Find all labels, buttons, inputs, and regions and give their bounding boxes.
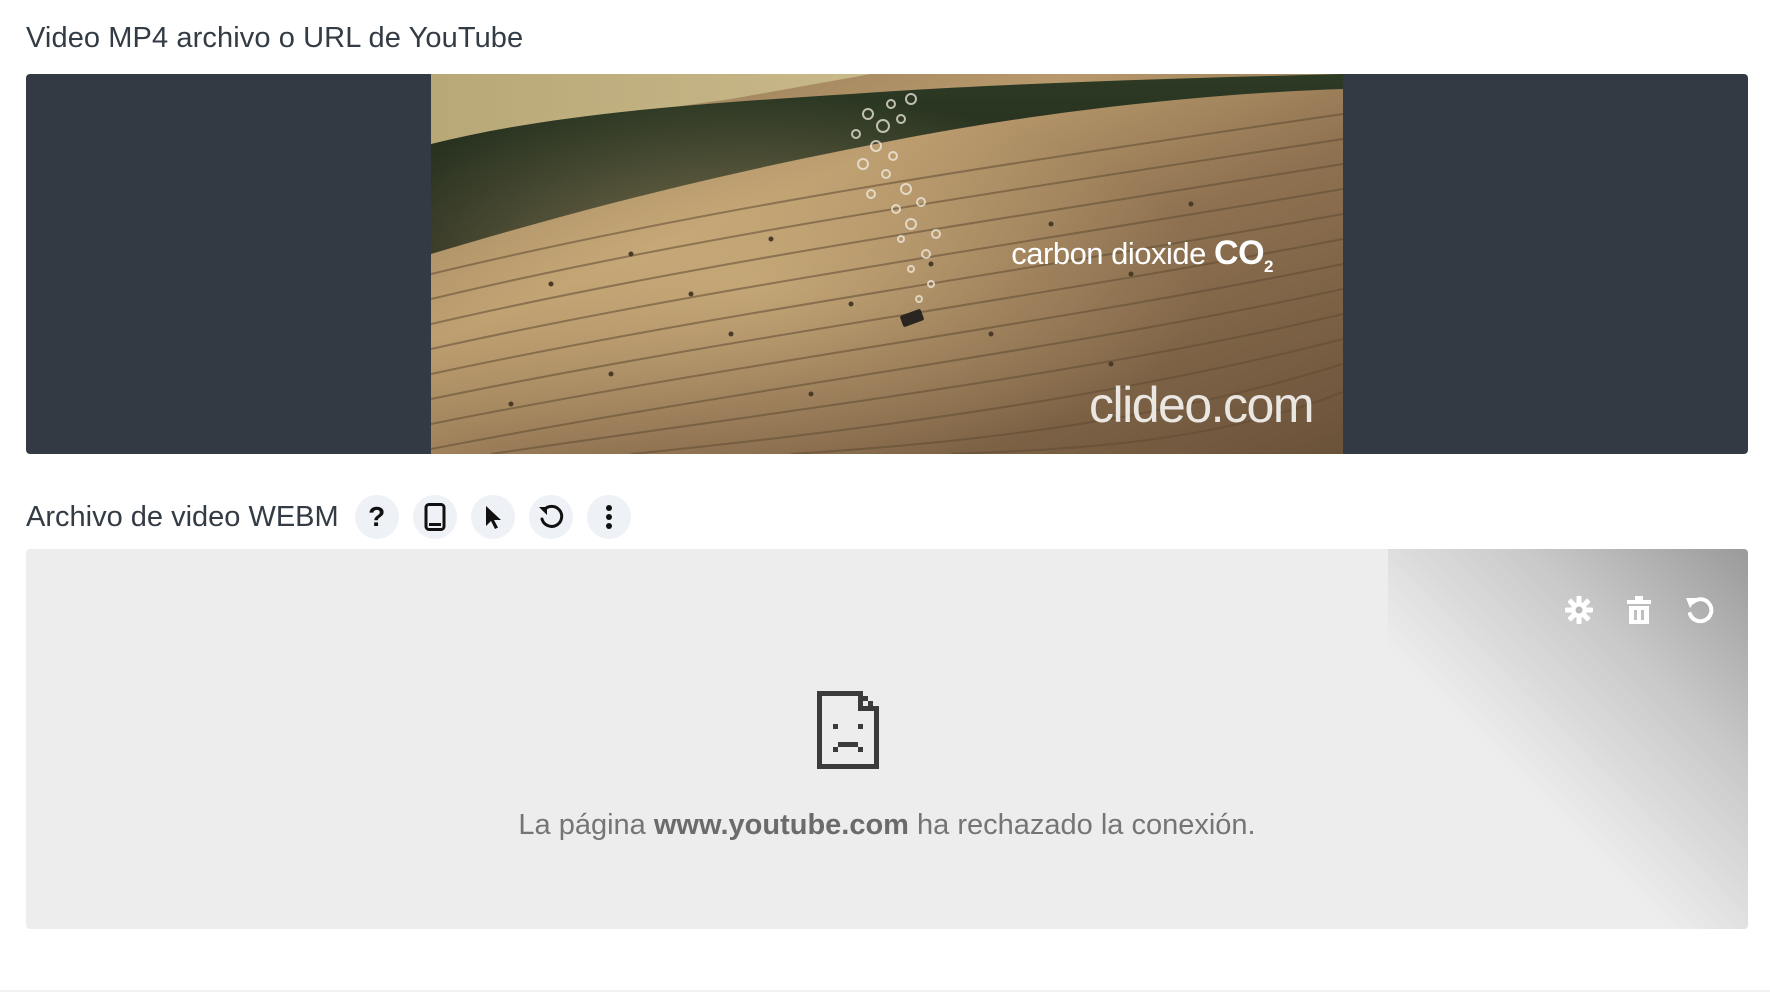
settings-button[interactable] [1560, 591, 1598, 629]
webm-embed-preview[interactable]: La página www.youtube.com ha rechazado l… [26, 549, 1748, 929]
sad-file-icon [817, 691, 879, 769]
help-icon: ? [368, 501, 386, 532]
more-options-button[interactable] [586, 495, 631, 539]
reset-embed-button[interactable] [1680, 591, 1718, 629]
responsive-button[interactable] [412, 495, 457, 539]
undo-icon [538, 504, 563, 528]
embed-actions [1560, 591, 1718, 629]
more-vertical-icon [605, 505, 612, 529]
video-preview[interactable]: carbon dioxide CO2 clideo.com [26, 74, 1748, 454]
webm-field-label: Archivo de video WEBM [26, 500, 339, 533]
phone-icon [424, 503, 446, 531]
hover-state-button[interactable] [470, 495, 515, 539]
delete-button[interactable] [1620, 591, 1658, 629]
video-thumbnail: carbon dioxide CO2 clideo.com [431, 74, 1343, 454]
trash-icon [1627, 596, 1651, 624]
undo-icon [1686, 597, 1714, 624]
webm-field-header: Archivo de video WEBM ? [26, 495, 645, 539]
video-overlay-text: carbon dioxide CO2 [1011, 234, 1273, 276]
help-button[interactable]: ? [354, 495, 399, 539]
gear-icon [1565, 596, 1593, 624]
connection-refused-message: La página www.youtube.com ha rechazado l… [518, 809, 1256, 841]
refused-domain: www.youtube.com [653, 809, 909, 841]
reset-button[interactable] [528, 495, 573, 539]
cursor-icon [485, 506, 501, 529]
divider [0, 990, 1770, 992]
mp4-field-label: Video MP4 archivo o URL de YouTube [26, 22, 524, 54]
video-watermark: clideo.com [1089, 377, 1315, 433]
